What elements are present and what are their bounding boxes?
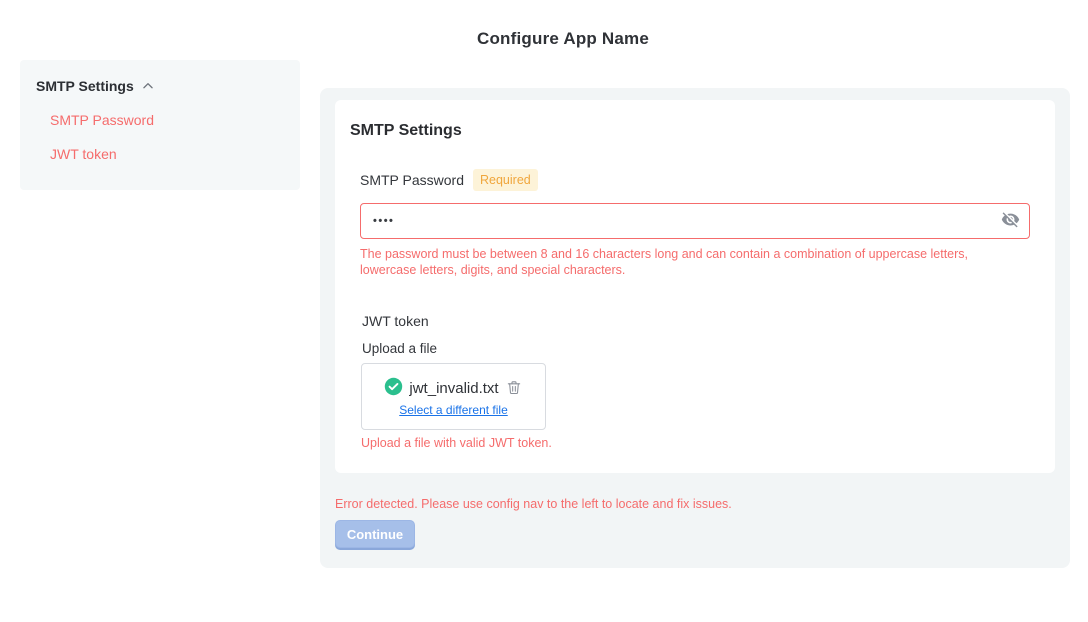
global-error-message: Error detected. Please use config nav to…	[335, 497, 732, 511]
delete-file-button[interactable]	[505, 380, 523, 398]
sidebar-item-smtp-password[interactable]: SMTP Password	[50, 112, 154, 128]
sidebar-item-jwt-token[interactable]: JWT token	[50, 146, 117, 162]
config-panel: SMTP Settings SMTP Password Required The…	[320, 88, 1070, 568]
password-visibility-toggle[interactable]	[999, 210, 1021, 232]
required-badge: Required	[473, 169, 538, 191]
smtp-password-label-row: SMTP Password Required	[360, 169, 538, 191]
card-heading: SMTP Settings	[350, 122, 462, 140]
select-different-file-link[interactable]: Select a different file	[399, 403, 508, 417]
smtp-password-input[interactable]	[360, 203, 1030, 239]
password-validation-message: The password must be between 8 and 16 ch…	[360, 246, 1022, 278]
sidebar-section-label: SMTP Settings	[36, 78, 134, 94]
jwt-validation-message: Upload a file with valid JWT token.	[361, 436, 552, 450]
page-title: Configure App Name	[38, 29, 1088, 49]
smtp-settings-card: SMTP Settings SMTP Password Required The…	[335, 100, 1055, 473]
uploaded-file-name: jwt_invalid.txt	[409, 380, 498, 397]
jwt-token-label: JWT token	[362, 313, 429, 329]
file-upload-box: jwt_invalid.txt Select a different file	[361, 363, 546, 430]
check-circle-icon	[384, 377, 403, 401]
continue-button[interactable]: Continue	[335, 520, 415, 548]
sidebar-section-smtp-settings[interactable]: SMTP Settings	[36, 78, 155, 94]
upload-file-label: Upload a file	[362, 341, 437, 356]
chevron-up-icon	[141, 79, 155, 93]
smtp-password-label: SMTP Password	[360, 172, 464, 188]
smtp-password-input-wrap	[360, 203, 1030, 239]
config-nav-sidebar: SMTP Settings SMTP Password JWT token	[20, 60, 300, 190]
trash-icon	[506, 379, 522, 399]
eye-off-icon	[1001, 210, 1020, 232]
uploaded-file-row: jwt_invalid.txt	[384, 377, 522, 401]
